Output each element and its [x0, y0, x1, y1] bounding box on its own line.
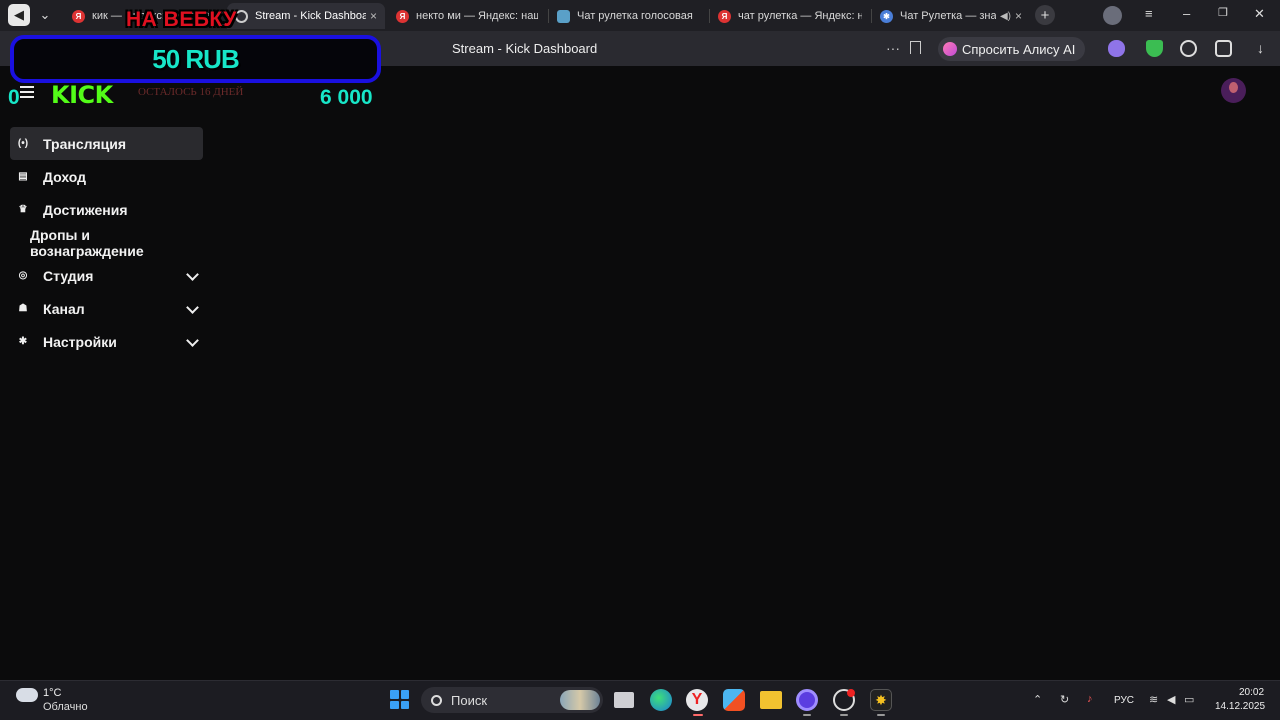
settings-icon: ✱ — [18, 336, 28, 347]
cloud-icon[interactable] — [16, 688, 38, 702]
sidebar-item-label: Доход — [43, 168, 87, 185]
file-explorer-icon[interactable] — [760, 691, 782, 709]
tab-menu-chevron-button[interactable]: ⌄ — [34, 4, 56, 26]
chevron-down-icon: ⌄ — [39, 7, 51, 22]
sidebar-item-label: Дропы и вознаграждение — [30, 226, 144, 259]
more-options-icon[interactable]: ··· — [886, 40, 900, 56]
chevron-down-icon[interactable] — [186, 334, 199, 347]
clock-time[interactable]: 20:02 — [1239, 687, 1264, 698]
collections-icon[interactable] — [1215, 40, 1232, 57]
donation-goal-start: 0 — [8, 86, 20, 109]
wifi-icon[interactable]: ≋ — [1149, 693, 1161, 706]
bookmark-icon[interactable] — [910, 41, 921, 54]
microphone-icon[interactable]: ♪ — [1087, 693, 1099, 705]
chat-icon — [557, 9, 570, 23]
chevron-down-icon[interactable] — [186, 301, 199, 314]
dashboard-sidebar: (•) Трансляция ▤ Доход ♛ Достижения Дроп… — [10, 127, 203, 358]
language-indicator[interactable]: РУС — [1114, 695, 1134, 706]
tab-chat-roulette-voice[interactable]: Чат рулетка голосовая — [549, 3, 707, 29]
tab-kick-dashboard[interactable]: Stream - Kick Dashboard × — [227, 3, 385, 29]
task-view-icon[interactable] — [614, 692, 634, 708]
sound-toggle-button[interactable]: ◀ — [8, 4, 30, 26]
download-icon[interactable]: ↓ — [1252, 40, 1269, 57]
sidebar-item-settings[interactable]: ✱ Настройки — [10, 325, 203, 358]
yandex-icon: Я — [718, 9, 731, 23]
sidebar-item-label: Достижения — [43, 201, 128, 218]
volume-icon[interactable]: ◀ — [1167, 693, 1179, 706]
speaker-icon: ◀ — [14, 7, 24, 22]
donation-amount: 50 RUB — [152, 43, 239, 74]
channel-icon: ☗ — [18, 303, 28, 314]
search-icon — [431, 694, 442, 706]
sidebar-item-label: Канал — [43, 300, 85, 317]
app-running-indicator — [840, 714, 848, 716]
ask-alice-button[interactable]: Спросить Алису AI — [938, 37, 1086, 61]
restore-button[interactable]: ❐ — [1218, 6, 1228, 19]
address-page-title[interactable]: Stream - Kick Dashboard — [452, 41, 597, 56]
sidebar-item-channel[interactable]: ☗ Канал — [10, 292, 203, 325]
battery-icon[interactable]: ▭ — [1184, 693, 1196, 706]
yandex-icon: Я — [72, 9, 85, 23]
chevron-up-icon[interactable]: ⌃ — [1033, 693, 1045, 706]
sidebar-item-income[interactable]: ▤ Доход — [10, 160, 203, 193]
search-highlight-image — [560, 690, 600, 710]
clock-date[interactable]: 14.12.2025 — [1215, 701, 1265, 712]
edge-icon[interactable] — [650, 689, 672, 711]
donation-goal-target: 6 000 — [320, 86, 373, 109]
donation-goal-box: 50 RUB — [10, 35, 381, 83]
trophy-icon: ♛ — [18, 204, 28, 215]
store-icon[interactable] — [723, 689, 745, 711]
broadcast-icon: (•) — [17, 138, 29, 149]
minimize-button[interactable]: – — [1183, 6, 1190, 21]
weather-temperature[interactable]: 1°C — [43, 687, 61, 699]
profile-avatar[interactable] — [1103, 6, 1122, 25]
shield-icon[interactable] — [1146, 40, 1163, 57]
tab-audio-icon[interactable]: ◀) — [1000, 11, 1011, 22]
tab-chat-roulette-dating[interactable]: ✱ Чат Рулетка — знакомства ◀) × — [872, 3, 1030, 29]
active-app-indicator — [693, 714, 703, 716]
chart-icon: ▤ — [18, 171, 28, 182]
yandex-browser-icon[interactable]: Y — [686, 689, 708, 711]
tab-nekto-search[interactable]: Я некто ми — Яндекс: нашлось — [388, 3, 546, 29]
studio-icon: ◎ — [18, 270, 28, 281]
media-play-icon[interactable] — [1180, 40, 1197, 57]
user-avatar[interactable] — [1221, 78, 1246, 103]
app-running-indicator — [877, 714, 885, 716]
sidebar-item-drops[interactable]: Дропы и вознаграждение — [10, 226, 203, 259]
tab-chat-roulette-search[interactable]: Я чат рулетка — Яндекс: нашлось — [710, 3, 870, 29]
app-running-indicator — [803, 714, 811, 716]
yandex-icon: Я — [396, 9, 409, 23]
sidebar-item-label: Настройки — [43, 333, 117, 350]
sidebar-item-achievements[interactable]: ♛ Достижения — [10, 193, 203, 226]
close-tab-button[interactable]: × — [370, 9, 377, 23]
sidebar-item-broadcast[interactable]: (•) Трансляция — [10, 127, 203, 160]
hamburger-menu-icon[interactable] — [20, 86, 34, 98]
new-tab-button[interactable]: + — [1035, 5, 1055, 25]
kick-logo[interactable]: KICK — [51, 81, 113, 109]
sidebar-item-studio[interactable]: ◎ Студия — [10, 259, 203, 292]
extension-gamepad-icon[interactable] — [1108, 40, 1125, 57]
sidebar-item-label: Трансляция — [43, 135, 127, 152]
sidebar-item-label: Студия — [43, 267, 94, 284]
sync-icon[interactable]: ↻ — [1060, 693, 1072, 706]
alice-icon — [943, 42, 957, 56]
gear-favicon: ✱ — [880, 9, 893, 23]
close-tab-button[interactable]: × — [1015, 9, 1022, 23]
chevron-down-icon[interactable] — [186, 268, 199, 281]
alice-app-icon[interactable] — [796, 689, 818, 711]
search-placeholder: Поиск — [451, 692, 488, 708]
notification-badge — [847, 689, 855, 697]
taskbar-search[interactable]: Поиск — [421, 687, 603, 713]
close-window-button[interactable]: ✕ — [1254, 6, 1265, 22]
donation-goal-title: НА ВЕБКУ — [126, 8, 237, 31]
weather-description[interactable]: Облачно — [43, 701, 88, 713]
start-button[interactable] — [390, 690, 409, 709]
browser-menu-button[interactable]: ≡ — [1145, 6, 1153, 21]
donation-goal-remaining: ОСТАЛОСЬ 16 ДНЕЙ — [138, 86, 244, 98]
spark-app-icon[interactable]: ✸ — [870, 689, 892, 711]
